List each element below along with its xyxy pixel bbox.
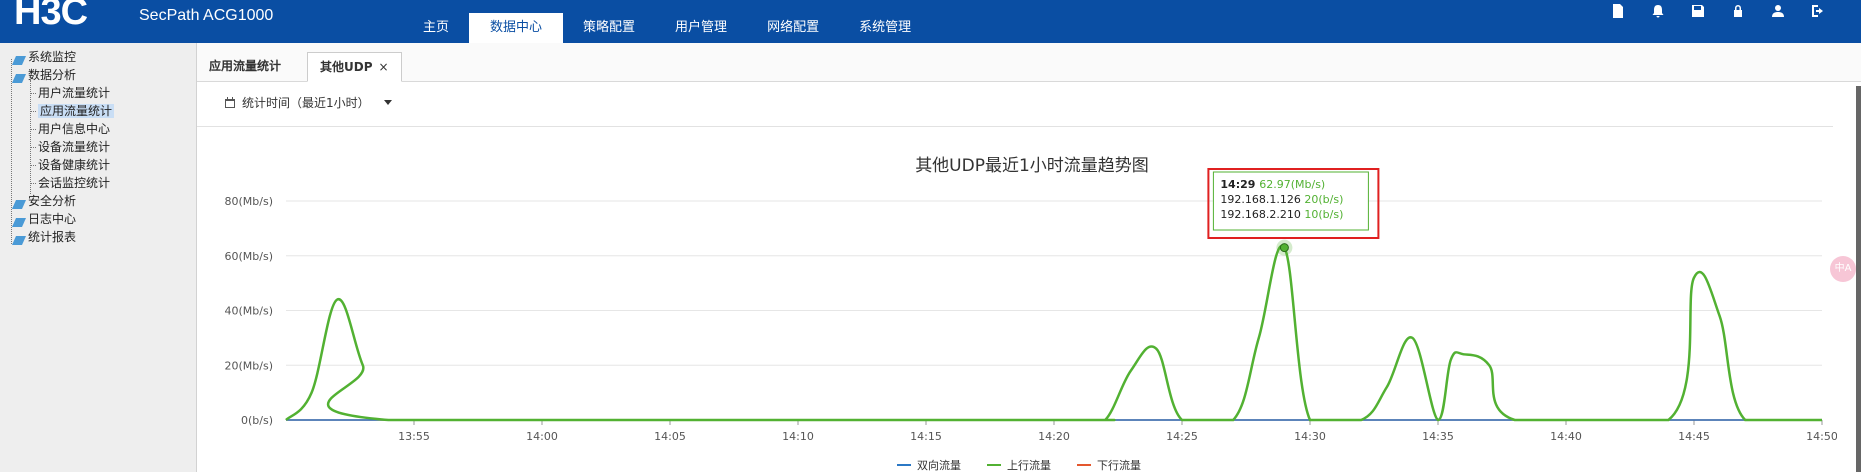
x-tick-label: 14:00	[526, 430, 558, 443]
save-icon[interactable]	[1691, 4, 1705, 18]
legend-label: 下行流量	[1097, 458, 1141, 472]
divider	[197, 126, 1833, 127]
chart-title: 其他UDP最近1小时流量趋势图	[915, 156, 1149, 176]
calendar-icon	[225, 96, 235, 108]
y-tick-label: 20(Mb/s)	[225, 359, 274, 372]
legend-label: 上行流量	[1007, 458, 1051, 472]
tree-item-session-monitor[interactable]: 会话监控统计	[30, 175, 110, 192]
close-icon[interactable]: ×	[379, 60, 389, 74]
x-tick-label: 14:15	[910, 430, 942, 443]
tree-item-user-info[interactable]: 用户信息中心	[30, 121, 110, 138]
tree-item-user-traffic[interactable]: 用户流量统计	[30, 85, 110, 102]
x-tick-label: 14:35	[1422, 430, 1454, 443]
y-tick-label: 80(Mb/s)	[225, 195, 274, 208]
tree-item-data-analysis[interactable]: 数据分析	[12, 67, 76, 84]
folder-open-icon	[12, 71, 26, 83]
nav-user-mgmt[interactable]: 用户管理	[655, 13, 747, 43]
x-tick-label: 14:45	[1678, 430, 1710, 443]
tree-item-app-traffic[interactable]: 应用流量统计	[30, 103, 115, 120]
user-icon[interactable]	[1771, 4, 1785, 18]
hover-point	[1279, 243, 1289, 253]
nav-home[interactable]: 主页	[403, 13, 469, 43]
x-tick-label: 14:20	[1038, 430, 1070, 443]
tree-item-log-center[interactable]: 日志中心	[12, 211, 76, 228]
folder-icon	[12, 233, 26, 245]
tree-item-reports[interactable]: 统计报表	[12, 229, 76, 246]
bell-icon[interactable]	[1651, 4, 1665, 18]
y-tick-label: 40(Mb/s)	[225, 305, 274, 318]
tree-item-system-monitor[interactable]: 系统监控	[12, 49, 76, 66]
time-range-label: 统计时间（最近1小时）	[242, 96, 370, 110]
x-tick-label: 14:40	[1550, 430, 1582, 443]
folder-icon	[12, 215, 26, 227]
tab-other-udp[interactable]: 其他UDP ×	[307, 52, 402, 82]
tooltip-header: 14:29 62.97(Mb/s)	[1220, 178, 1325, 191]
logout-icon[interactable]	[1811, 4, 1825, 18]
tree-item-device-traffic[interactable]: 设备流量统计	[30, 139, 110, 156]
nav-data-center[interactable]: 数据中心	[469, 13, 564, 43]
tooltip-row: 192.168.2.210 10(b/s)	[1220, 208, 1343, 221]
top-header: H3C SecPath ACG1000 主页 数据中心 策略配置 用户管理 网络…	[0, 0, 1861, 43]
tab-app-traffic[interactable]: 应用流量统计	[197, 52, 293, 80]
scrollbar[interactable]	[1856, 86, 1861, 472]
tree-item-security-analysis[interactable]: 安全分析	[12, 193, 76, 210]
tab-bar: 应用流量统计 其他UDP ×	[197, 43, 1861, 82]
x-tick-label: 13:55	[398, 430, 430, 443]
nav-network[interactable]: 网络配置	[747, 13, 839, 43]
main-nav: 主页 数据中心 策略配置 用户管理 网络配置 系统管理	[403, 13, 931, 43]
x-tick-label: 14:50	[1806, 430, 1837, 443]
x-tick-label: 14:05	[654, 430, 686, 443]
folder-icon	[12, 53, 26, 65]
toolbar-icons	[1611, 4, 1825, 18]
series-line-1	[285, 244, 1822, 422]
nav-policy[interactable]: 策略配置	[563, 13, 655, 43]
tree-item-device-health[interactable]: 设备健康统计	[30, 157, 110, 174]
x-tick-label: 14:10	[782, 430, 814, 443]
tooltip-row: 192.168.1.126 20(b/s)	[1220, 193, 1343, 206]
h3c-logo: H3C	[14, 0, 88, 33]
nav-system[interactable]: 系统管理	[839, 13, 931, 43]
traffic-trend-chart: 其他UDP最近1小时流量趋势图 0(b/s) 20(Mb/s) 40(Mb/s) 60(…	[225, 156, 1838, 472]
translate-float-button[interactable]: 中A	[1830, 256, 1856, 282]
x-tick-label: 14:30	[1294, 430, 1326, 443]
time-range-dropdown[interactable]: 统计时间（最近1小时）	[224, 94, 392, 111]
tree-connector	[30, 80, 31, 194]
x-tick-label: 14:25	[1166, 430, 1198, 443]
y-tick-label: 0(b/s)	[241, 414, 273, 427]
folder-icon	[12, 197, 26, 209]
y-tick-label: 60(Mb/s)	[225, 250, 274, 263]
document-icon[interactable]	[1611, 4, 1625, 18]
legend-label: 双向流量	[917, 458, 961, 472]
chevron-down-icon	[383, 100, 392, 105]
lock-icon[interactable]	[1731, 4, 1745, 18]
sidebar-tree: 系统监控 数据分析 用户流量统计 应用流量统计 用户信息中心 设备流量统计 设备…	[0, 43, 197, 472]
product-name: SecPath ACG1000	[139, 7, 274, 24]
